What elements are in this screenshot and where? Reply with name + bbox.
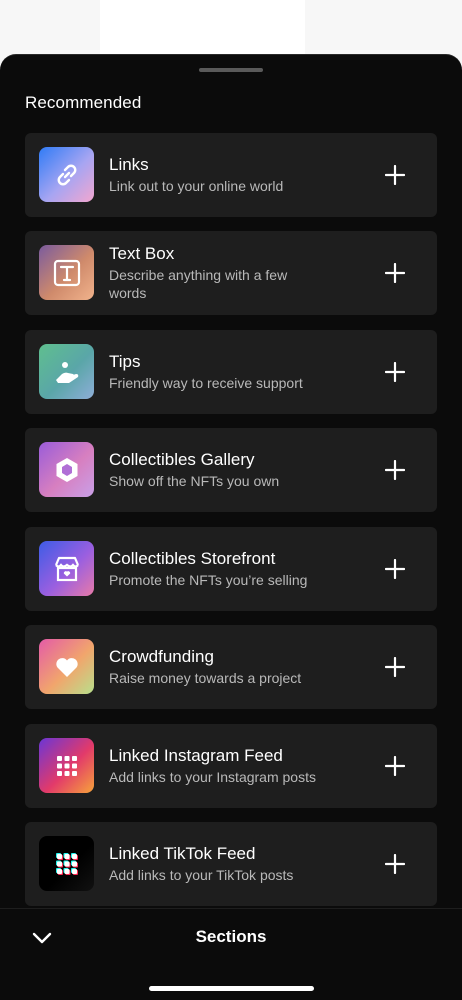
hexagon-icon (39, 442, 94, 497)
section-card-description: Raise money towards a project (109, 670, 302, 686)
section-card[interactable]: Links Link out to your online world (25, 133, 437, 217)
section-card-description: Add links to your Instagram posts (109, 769, 316, 785)
section-card[interactable]: Collectibles Gallery Show off the NFTs yo… (25, 428, 437, 512)
home-indicator (149, 986, 314, 991)
plus-icon (385, 756, 405, 776)
plus-icon (385, 460, 405, 480)
add-section-button[interactable] (375, 253, 415, 293)
add-section-button[interactable] (375, 844, 415, 884)
section-card-description: Show off the NFTs you own (109, 473, 280, 489)
add-section-button[interactable] (375, 549, 415, 589)
section-card-texts: Text Box Describe anything with a few wor… (109, 243, 339, 302)
section-card-texts: Linked TikTok Feed Add links to your TikT… (109, 843, 339, 884)
section-card-title: Collectibles Gallery (109, 450, 255, 469)
plus-icon (385, 854, 405, 874)
section-card-title: Text Box (109, 244, 175, 263)
section-card[interactable]: Crowdfunding Raise money towards a projec… (25, 625, 437, 709)
section-card-title: Linked Instagram Feed (109, 746, 283, 765)
section-card[interactable]: Linked Instagram Feed Add links to your I… (25, 724, 437, 808)
plus-icon (385, 657, 405, 677)
section-heading: Recommended (25, 93, 142, 112)
add-section-button[interactable] (375, 450, 415, 490)
add-section-button[interactable] (375, 352, 415, 392)
section-card-title: Collectibles Storefront (109, 549, 276, 568)
section-card-description: Promote the NFTs you’re selling (109, 572, 308, 588)
section-card-description: Describe anything with a few words (109, 267, 288, 301)
background-page (0, 0, 462, 60)
grid-icon (39, 738, 94, 793)
bottom-bar: Sections (0, 908, 462, 1000)
section-card-title: Linked TikTok Feed (109, 844, 256, 863)
section-card[interactable]: Collectibles Storefront Promote the NFTs … (25, 527, 437, 611)
heart-icon (39, 639, 94, 694)
tiktok-grid-icon (39, 836, 94, 891)
add-section-button[interactable] (375, 746, 415, 786)
sheet-grabber[interactable] (199, 68, 263, 72)
plus-icon (385, 165, 405, 185)
background-column (100, 0, 305, 60)
section-card-texts: Collectibles Storefront Promote the NFTs … (109, 548, 339, 589)
section-card-texts: Tips Friendly way to receive support (109, 351, 339, 392)
plus-icon (385, 362, 405, 382)
section-card-description: Add links to your TikTok posts (109, 867, 294, 883)
section-card-texts: Links Link out to your online world (109, 154, 339, 195)
section-card-texts: Crowdfunding Raise money towards a projec… (109, 646, 339, 687)
link-icon (39, 147, 94, 202)
plus-icon (385, 263, 405, 283)
section-card[interactable]: Text Box Describe anything with a few wor… (25, 231, 437, 315)
section-card-description: Friendly way to receive support (109, 375, 303, 391)
hand-tip-icon (39, 344, 94, 399)
sections-sheet: Recommended Links Link out to your online… (0, 54, 462, 1000)
text-box-icon (39, 245, 94, 300)
section-card[interactable]: Tips Friendly way to receive support (25, 330, 437, 414)
section-card-description: Link out to your online world (109, 178, 284, 194)
section-card-texts: Collectibles Gallery Show off the NFTs yo… (109, 449, 339, 490)
sheet-title: Sections (195, 927, 267, 946)
section-card-texts: Linked Instagram Feed Add links to your I… (109, 745, 339, 786)
section-card-title: Tips (109, 352, 141, 371)
add-section-button[interactable] (375, 647, 415, 687)
section-card[interactable]: Linked TikTok Feed Add links to your TikT… (25, 822, 437, 906)
add-section-button[interactable] (375, 155, 415, 195)
storefront-icon (39, 541, 94, 596)
plus-icon (385, 559, 405, 579)
section-card-title: Crowdfunding (109, 647, 214, 666)
section-card-title: Links (109, 155, 149, 174)
